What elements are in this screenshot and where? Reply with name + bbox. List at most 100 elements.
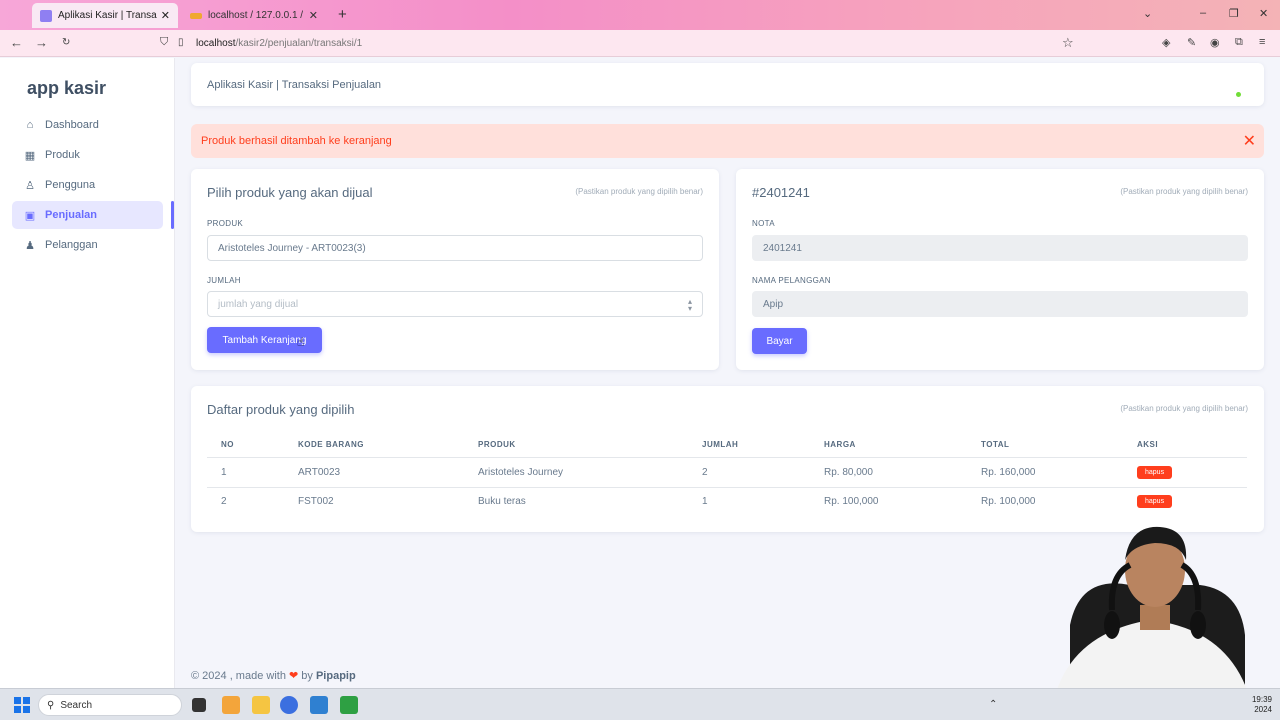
account-icon[interactable]: ◉ (1210, 36, 1220, 49)
page-title: Aplikasi Kasir | Transaksi Penjualan (207, 79, 382, 91)
address-bar[interactable]: localhost/kasir2/penjualan/transaksi/1 (196, 38, 362, 49)
heart-icon: ❤ (289, 670, 299, 682)
cell-harga: Rp. 100,000 (824, 496, 879, 507)
close-window-icon[interactable]: ✕ (1259, 7, 1268, 20)
cart-card: Daftar produk yang dipilih (Pastikan pro… (191, 386, 1264, 532)
user-icon: ♙ (25, 179, 35, 192)
page-icon: ▯ (178, 37, 184, 48)
sidebar-active-indicator (171, 201, 174, 229)
cart-title: Daftar produk yang dipilih (207, 402, 355, 417)
nota-label: NOTA (752, 219, 775, 228)
author-link[interactable]: Pipapip (316, 670, 356, 682)
sidebar-item-penjualan[interactable]: ▣ Penjualan (12, 201, 163, 229)
column-header: HARGA (824, 440, 856, 449)
pocket-icon[interactable]: ◈ (1162, 36, 1170, 49)
reload-icon[interactable]: ↻ (62, 37, 70, 48)
back-icon[interactable]: ← (10, 35, 23, 50)
browser-tab-bar: Aplikasi Kasir | Transaksi Penjualan ✕ l… (0, 0, 1280, 30)
vscode-icon[interactable] (310, 696, 328, 714)
cell-produk: Buku teras (478, 496, 526, 507)
success-alert: Produk berhasil ditambah ke keranjang ✕ (191, 124, 1264, 158)
chart-icon: ▣ (24, 209, 36, 222)
terminal-icon[interactable] (340, 696, 358, 714)
cell-produk: Aristoteles Journey (478, 467, 564, 478)
hand-cursor-icon: ☝ (297, 335, 305, 349)
file-explorer-icon[interactable] (252, 696, 270, 714)
cell-jumlah: 2 (702, 467, 708, 478)
close-icon[interactable]: ✕ (1243, 131, 1256, 151)
pelanggan-label: NAMA PELANGGAN (752, 276, 831, 285)
grid-icon: ▦ (24, 149, 36, 162)
produk-label: PRODUK (207, 219, 244, 228)
sidebar: app kasir ⌂ Dashboard ▦ Produk ♙ Penggun… (0, 58, 175, 688)
column-header: AKSI (1137, 440, 1159, 449)
cell-total: Rp. 160,000 (981, 467, 1036, 478)
cell-no: 1 (221, 467, 227, 478)
app-icon[interactable] (222, 696, 240, 714)
minimize-icon[interactable]: – (1200, 7, 1206, 19)
search-icon: ⚲ (47, 699, 55, 711)
divider (207, 487, 1247, 488)
brand-logo[interactable]: app kasir (27, 78, 106, 99)
bookmark-star-icon[interactable]: ☆ (1062, 35, 1074, 51)
nota-field: 2401241 (752, 235, 1248, 261)
number-spinner-icon[interactable]: ▴ ▾ (688, 298, 692, 313)
extensions-icon[interactable]: ⧉ (1235, 36, 1243, 49)
new-tab-icon[interactable]: + (338, 6, 347, 23)
top-navbar: Aplikasi Kasir | Transaksi Penjualan (191, 63, 1264, 106)
card-hint: (Pastikan produk yang dipilih benar) (575, 187, 703, 196)
online-status-dot (1236, 92, 1241, 97)
tools-icon[interactable]: ✎ (1187, 36, 1196, 49)
browser-tab-kasir[interactable]: Aplikasi Kasir | Transaksi Penjualan ✕ (32, 3, 178, 28)
cell-jumlah: 1 (702, 496, 708, 507)
divider (207, 457, 1247, 458)
cell-harga: Rp. 80,000 (824, 467, 873, 478)
card-hint: (Pastikan produk yang dipilih benar) (1120, 404, 1248, 413)
browser-tab-phpmyadmin[interactable]: localhost / 127.0.0.1 / kasir / db ✕ (182, 3, 326, 28)
jumlah-input[interactable]: jumlah yang dijual ▴ ▾ (207, 291, 703, 317)
hapus-button[interactable]: hapus (1137, 495, 1173, 508)
shield-icon[interactable]: ⛉ (160, 36, 168, 49)
tab-list-icon[interactable]: ⌄ (1143, 7, 1152, 20)
column-header: PRODUK (478, 440, 516, 449)
invoice-card: #2401241 (Pastikan produk yang dipilih b… (736, 169, 1264, 370)
taskbar-clock[interactable]: 19:39 2024 (1252, 695, 1272, 715)
column-header: JUMLAH (702, 440, 739, 449)
sidebar-item-dashboard[interactable]: ⌂ Dashboard (12, 111, 163, 139)
tambah-keranjang-button[interactable]: Tambah Keranjang (207, 327, 322, 353)
forward-icon[interactable]: → (35, 35, 48, 50)
maximize-icon[interactable]: ❐ (1229, 7, 1239, 20)
users-icon: ♟ (25, 239, 35, 252)
tray-chevron-icon[interactable]: ⌃ (989, 699, 997, 710)
windows-start-icon[interactable] (14, 697, 30, 713)
sidebar-item-pelanggan[interactable]: ♟ Pelanggan (12, 231, 163, 259)
hapus-button[interactable]: hapus (1137, 466, 1173, 479)
task-view-icon[interactable] (192, 698, 206, 712)
sidebar-item-produk[interactable]: ▦ Produk (12, 141, 163, 169)
cell-total: Rp. 100,000 (981, 496, 1036, 507)
taskbar-search[interactable]: ⚲ Search (38, 694, 182, 716)
card-hint: (Pastikan produk yang dipilih benar) (1120, 187, 1248, 196)
cell-kode: ART0023 (298, 467, 341, 478)
jumlah-label: JUMLAH (207, 276, 241, 285)
phpmyadmin-favicon-icon (190, 12, 202, 19)
close-tab-icon[interactable]: ✕ (161, 9, 170, 22)
column-header: TOTAL (981, 440, 1010, 449)
cell-kode: FST002 (298, 496, 334, 507)
bayar-button[interactable]: Bayar (752, 328, 807, 354)
card-title: Pilih produk yang akan dijual (207, 185, 373, 200)
menu-icon[interactable]: ≡ (1259, 36, 1265, 48)
produk-select[interactable]: Aristoteles Journey - ART0023(3) (207, 235, 703, 261)
cell-no: 2 (221, 496, 227, 507)
app-favicon-icon (40, 9, 52, 22)
windows-taskbar: ⚲ Search ⌃ 19:39 2024 (0, 688, 1280, 720)
browser-nav-bar: ← → ↻ ⛉ ▯ localhost/kasir2/penjualan/tra… (0, 30, 1280, 57)
close-tab-icon[interactable]: ✕ (309, 9, 318, 22)
footer: © 2024 , made with ❤ by Pipapip (191, 670, 356, 682)
home-icon: ⌂ (26, 119, 34, 131)
firefox-icon[interactable] (280, 696, 298, 714)
invoice-number: #2401241 (752, 185, 810, 200)
product-form-card: Pilih produk yang akan dijual (Pastikan … (191, 169, 719, 370)
sidebar-item-pengguna[interactable]: ♙ Pengguna (12, 171, 163, 199)
alert-message: Produk berhasil ditambah ke keranjang (201, 135, 392, 147)
